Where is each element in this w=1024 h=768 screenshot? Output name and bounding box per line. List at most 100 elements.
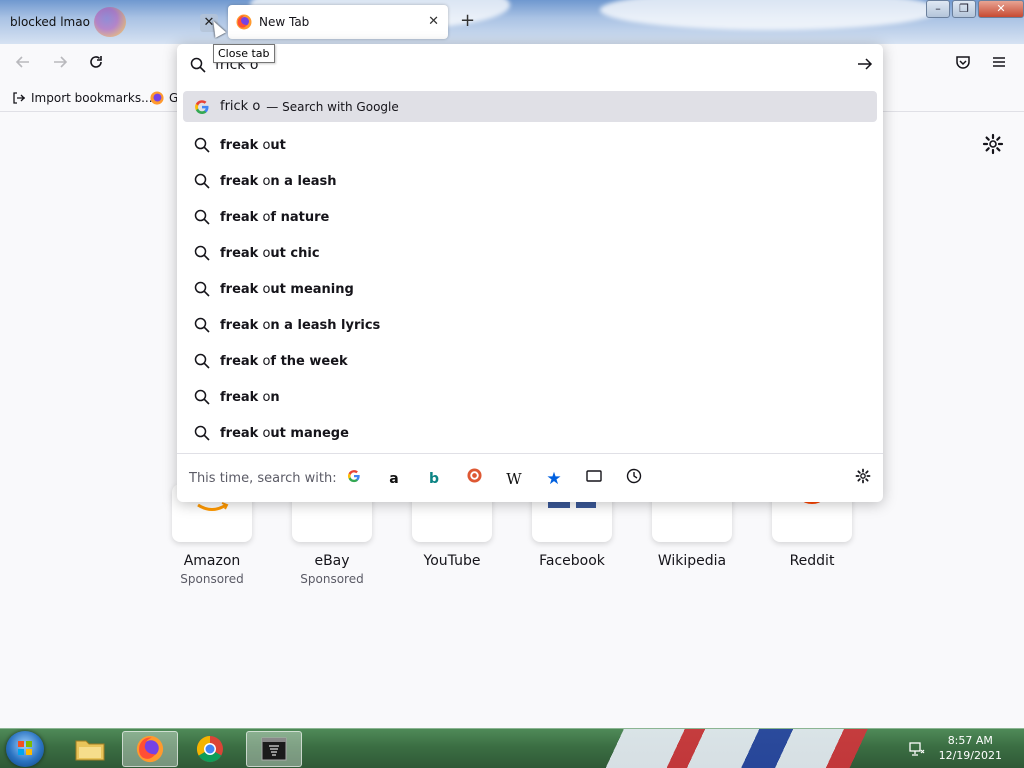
back-arrow-icon	[15, 56, 29, 68]
suggestion-plain: o	[258, 389, 271, 405]
restore-button[interactable]: ❐	[952, 0, 976, 18]
back-button[interactable]	[10, 53, 36, 79]
tab-new-tab[interactable]: New Tab ✕	[228, 5, 448, 39]
new-tab-button[interactable]: +	[460, 11, 475, 31]
suggestion-item[interactable]: freak on	[183, 379, 877, 415]
suggestion-plain: o	[258, 353, 271, 369]
forward-arrow-icon	[54, 56, 68, 68]
clock[interactable]: 8:57 AM 12/19/2021	[939, 733, 1002, 763]
tabs-search-button[interactable]	[583, 468, 605, 490]
network-icon[interactable]	[909, 741, 925, 757]
suggestion-item[interactable]: freak of the week	[183, 343, 877, 379]
tab-title: New Tab	[259, 15, 310, 29]
chrome-icon	[196, 735, 223, 763]
clock-date: 12/19/2021	[938, 749, 1002, 762]
windows-logo-icon	[18, 741, 32, 755]
search-icon	[194, 317, 210, 333]
tab-blocked-lmao[interactable]: blocked lmao ✕	[2, 5, 222, 39]
import-icon	[13, 92, 25, 104]
bing-b-icon: b	[428, 471, 440, 487]
suggestion-typed: freak	[220, 317, 259, 333]
amazon-engine-button[interactable]: a	[383, 468, 405, 490]
suggestion-typed: freak	[220, 137, 259, 153]
minimize-button[interactable]: –	[926, 0, 950, 18]
star-icon: ★	[546, 469, 562, 489]
window-close-button[interactable]: ✕	[978, 0, 1024, 18]
wikipedia-engine-button[interactable]: W	[503, 468, 525, 490]
folder-icon	[75, 740, 105, 761]
pocket-button[interactable]	[950, 53, 976, 79]
search-icon	[194, 245, 210, 261]
suggestion-item[interactable]: freak o ut manege	[183, 415, 877, 451]
top-site-title: Facebook	[539, 553, 605, 569]
arrow-right-icon	[858, 58, 873, 70]
address-bar-dropdown: frick o — Search with Google freak out f…	[177, 44, 883, 502]
sponsored-label: Sponsored	[180, 572, 244, 586]
suggestion-plain: o	[258, 173, 271, 189]
suggestion-completion: ut meaning	[270, 281, 354, 297]
import-bookmarks-link[interactable]: Import bookmarks...	[12, 91, 153, 105]
result-query: frick o	[220, 99, 261, 114]
top-site-title: eBay	[314, 553, 350, 569]
start-button[interactable]	[6, 731, 44, 767]
suggestion-plain: o	[258, 209, 271, 225]
google-g-icon	[195, 99, 209, 114]
window-controls: – ❐ ✕	[924, 0, 1024, 18]
search-icon	[194, 389, 210, 405]
taskbar-chrome[interactable]	[182, 731, 238, 767]
taskbar-app-window[interactable]	[246, 731, 302, 767]
suggestion-typed: freak	[220, 209, 259, 225]
google-engine-button[interactable]	[343, 468, 365, 490]
suggestion-typed: freak	[220, 389, 259, 405]
search-icon	[190, 57, 206, 73]
suggestion-item[interactable]: freak o ut chic	[183, 235, 877, 271]
history-search-button[interactable]	[623, 468, 645, 490]
suggestion-item[interactable]: freak o ut meaning	[183, 271, 877, 307]
bing-engine-button[interactable]: b	[423, 468, 445, 490]
suggestion-completion: n a leash	[270, 173, 337, 189]
clock-time: 8:57 AM	[947, 734, 993, 747]
search-icon	[194, 353, 210, 369]
top-site-title: Wikipedia	[657, 553, 727, 569]
suggestion-item[interactable]: freak on a leash	[183, 163, 877, 199]
forward-button[interactable]	[47, 53, 73, 79]
suggestion-typed: freak	[220, 425, 259, 441]
suggestion-typed: freak	[220, 245, 259, 261]
suggestion-item[interactable]: freak on a leash lyrics	[183, 307, 877, 343]
suggestion-typed: freak	[220, 353, 259, 369]
getting-started-bookmark[interactable]: G	[150, 91, 178, 105]
suggestion-plain: o	[258, 281, 271, 297]
reload-button[interactable]	[83, 53, 109, 79]
suggestion-completion: f nature	[270, 209, 330, 225]
suggestion-completion: n	[270, 389, 280, 405]
clock-icon	[626, 468, 642, 484]
close-tab-icon[interactable]: ✕	[428, 14, 439, 29]
top-site-title: Reddit	[789, 553, 835, 569]
search-settings-button[interactable]	[852, 468, 874, 490]
app-menu-button[interactable]	[986, 53, 1012, 79]
search-icon	[194, 137, 210, 153]
duckduckgo-engine-button[interactable]	[463, 468, 485, 490]
sponsored-label: Sponsored	[300, 572, 364, 586]
close-tab-tooltip: Close tab	[213, 44, 275, 63]
firefox-icon	[236, 14, 252, 30]
address-input[interactable]	[215, 54, 835, 76]
go-button[interactable]	[857, 56, 873, 77]
gear-icon[interactable]	[982, 133, 1004, 155]
import-bookmarks-label: Import bookmarks...	[31, 91, 153, 105]
amazon-a-icon: a	[389, 471, 399, 487]
search-with-google-result[interactable]: frick o — Search with Google	[183, 91, 877, 122]
tab-firefox-logo-icon	[94, 7, 126, 37]
firefox-icon	[150, 91, 164, 105]
suggestion-completion: ut chic	[270, 245, 320, 261]
suggestion-typed: freak	[220, 281, 259, 297]
gear-icon	[855, 468, 871, 484]
taskbar-firefox[interactable]	[122, 731, 178, 767]
app-window-icon	[261, 737, 287, 761]
wallpaper-art	[590, 729, 910, 768]
suggestion-item[interactable]: freak of nature	[183, 199, 877, 235]
taskbar-file-explorer[interactable]	[62, 731, 118, 767]
search-icon	[194, 209, 210, 225]
suggestion-item[interactable]: freak o ut	[183, 127, 877, 163]
bookmarks-search-button[interactable]: ★	[543, 468, 565, 490]
